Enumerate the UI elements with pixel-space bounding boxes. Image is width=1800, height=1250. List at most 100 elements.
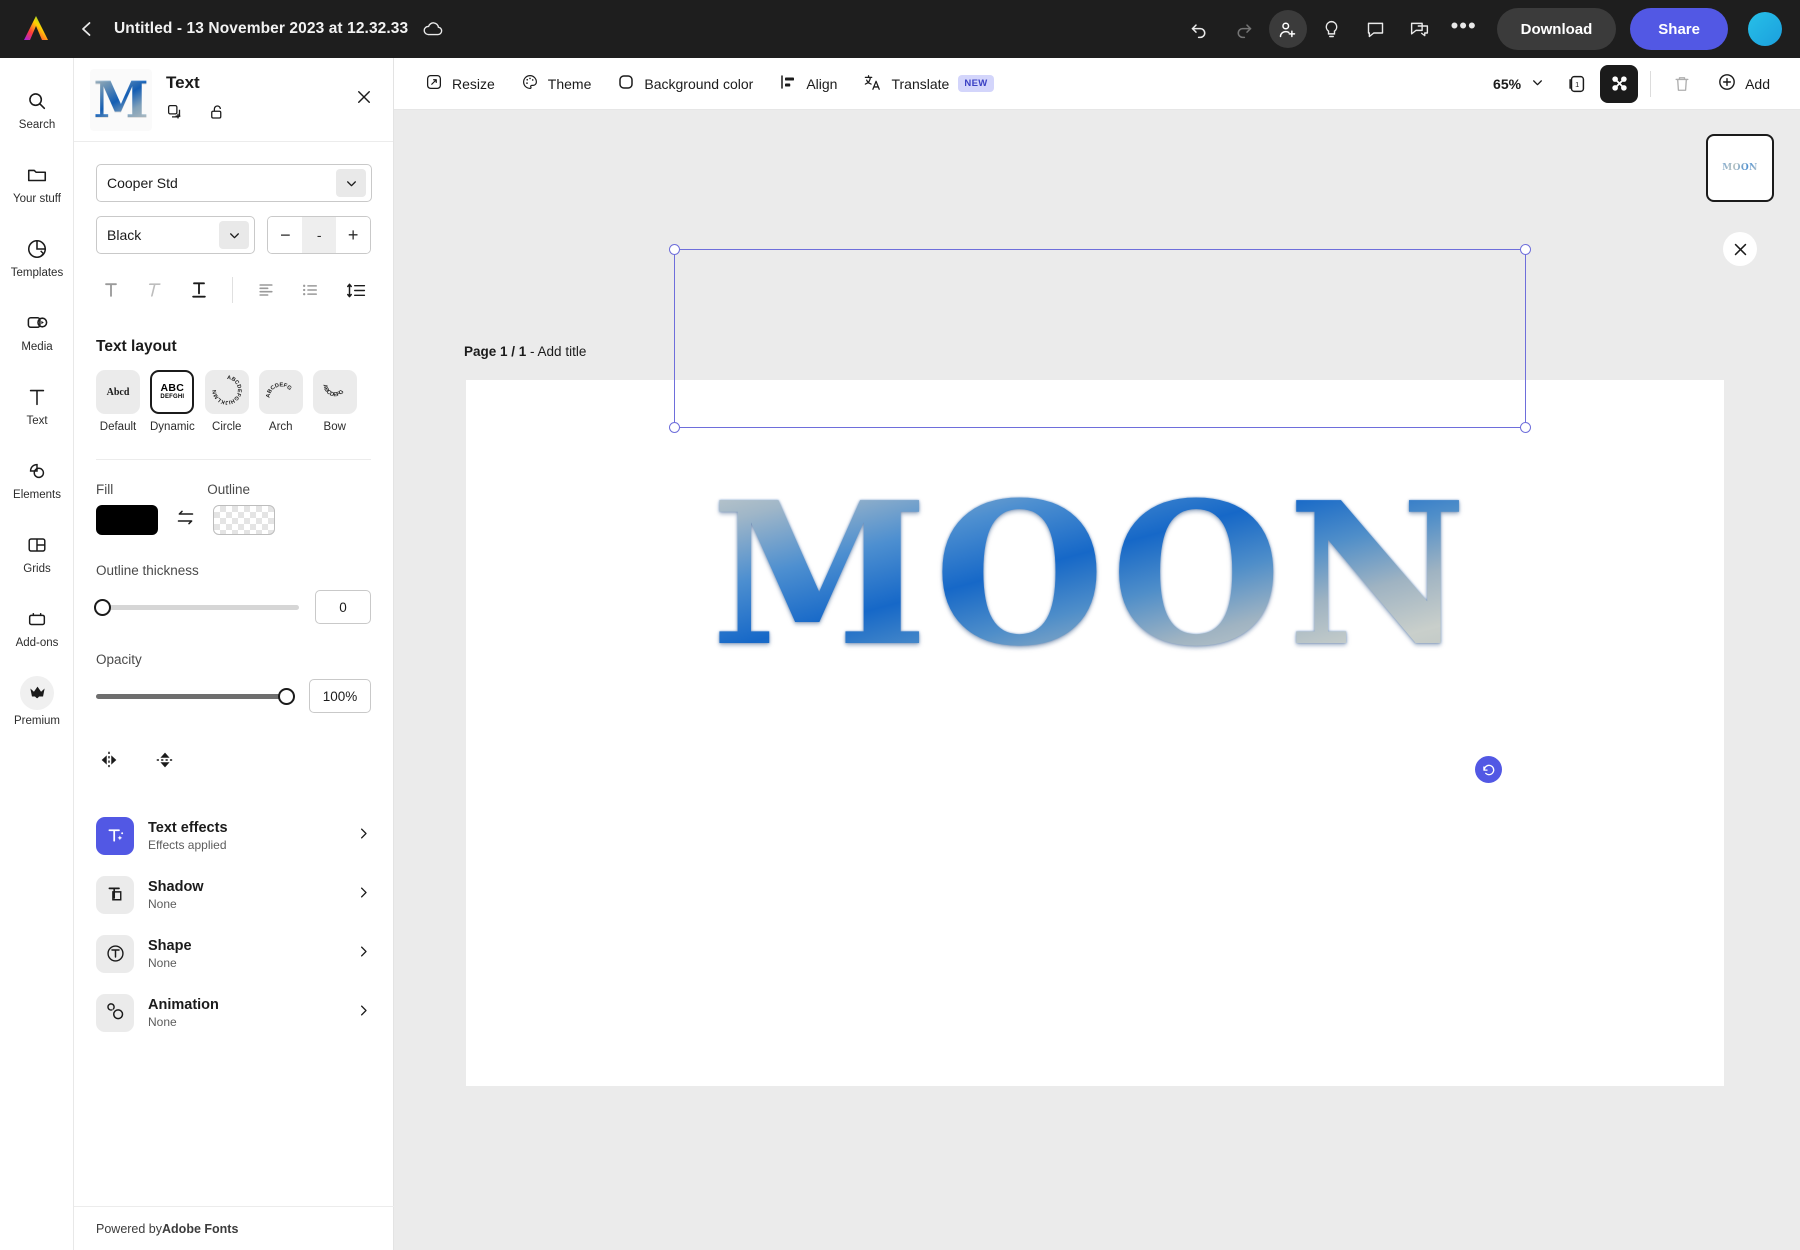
grid-view-icon[interactable] — [1600, 65, 1638, 103]
sidebar-label-grids: Grids — [23, 563, 50, 575]
font-size-value[interactable]: - — [302, 217, 336, 253]
font-weight-select[interactable]: Black — [96, 216, 255, 254]
sidebar-label-media: Media — [21, 341, 52, 353]
shadow-icon — [96, 876, 134, 914]
opacity-input[interactable]: 100% — [309, 679, 371, 713]
sidebar-item-grids[interactable]: Grids — [0, 516, 74, 590]
align-left-icon[interactable] — [251, 275, 281, 305]
folder-icon — [26, 162, 48, 188]
zoom-control[interactable]: 65% — [1483, 66, 1554, 102]
sidebar-item-search[interactable]: Search — [0, 72, 74, 146]
flip-vertical-icon[interactable] — [154, 749, 176, 776]
fill-color-swatch[interactable] — [96, 505, 158, 535]
effects-row-text-effects[interactable]: Text effects Effects applied — [96, 806, 371, 865]
outline-thickness-slider[interactable] — [96, 605, 299, 610]
flip-horizontal-icon[interactable] — [98, 749, 120, 776]
outline-thickness-knob[interactable] — [94, 599, 111, 616]
outline-thickness-input[interactable]: 0 — [315, 590, 371, 624]
page-thumbnail[interactable]: MOON — [1706, 134, 1774, 202]
download-button[interactable]: Download — [1497, 8, 1617, 50]
align-button[interactable]: Align — [766, 66, 850, 102]
page-count-icon[interactable]: 1 — [1558, 65, 1596, 103]
adobe-express-logo[interactable] — [18, 11, 54, 47]
sidebar-item-media[interactable]: Media — [0, 294, 74, 368]
sidebar-item-your-stuff[interactable]: Your stuff — [0, 146, 74, 220]
unlock-icon[interactable] — [208, 103, 226, 126]
lightbulb-icon[interactable] — [1313, 10, 1351, 48]
add-person-icon[interactable] — [1269, 10, 1307, 48]
effects-status-shape: None — [148, 956, 342, 970]
sidebar-label-text: Text — [26, 415, 47, 427]
resize-button[interactable]: Resize — [412, 66, 508, 102]
effects-row-shadow[interactable]: Shadow None — [96, 865, 371, 924]
canvas-area: Resize Theme Background color — [394, 58, 1800, 1250]
sidebar-item-add-ons[interactable]: Add-ons — [0, 590, 74, 664]
page-title-placeholder: - Add title — [526, 344, 586, 359]
artwork-text: MOON — [711, 477, 1473, 673]
canvas-page[interactable]: MOON — [466, 380, 1724, 1086]
page-label[interactable]: Page 1 / 1 - Add title — [464, 344, 586, 359]
sidebar-label-premium: Premium — [14, 715, 60, 727]
chevron-down-icon — [1531, 76, 1544, 92]
avatar[interactable] — [1748, 12, 1782, 46]
effects-status-shadow: None — [148, 897, 342, 911]
discussion-icon[interactable] — [1401, 10, 1439, 48]
layout-option-circle[interactable]: ABCDEFGHIJKLMN Circle — [205, 370, 249, 433]
line-spacing-icon[interactable] — [341, 275, 371, 305]
swap-colors-icon[interactable] — [175, 507, 196, 533]
trash-icon[interactable] — [1663, 65, 1701, 103]
outline-color-swatch[interactable] — [213, 505, 275, 535]
svg-text:1: 1 — [1575, 80, 1579, 89]
effects-row-animation[interactable]: Animation None — [96, 983, 371, 1042]
close-thumbnail-panel-button[interactable] — [1723, 232, 1757, 266]
comment-icon[interactable] — [1357, 10, 1395, 48]
footer-prefix: Powered by — [96, 1222, 162, 1236]
effects-status-animation: None — [148, 1015, 342, 1029]
translate-button[interactable]: Translate NEW — [850, 66, 1006, 102]
font-family-select[interactable]: Cooper Std — [96, 164, 372, 202]
underline-icon[interactable] — [184, 275, 214, 305]
undo-icon[interactable] — [1181, 10, 1219, 48]
sidebar-item-templates[interactable]: Templates — [0, 220, 74, 294]
sidebar-label-templates: Templates — [11, 267, 63, 279]
document-title[interactable]: Untitled - 13 November 2023 at 12.32.33 — [114, 20, 408, 38]
chevron-right-icon — [356, 944, 371, 964]
circle-text-icon: ABCDEFGHIJKLMN — [212, 375, 242, 410]
rotate-handle[interactable] — [1475, 756, 1502, 783]
sidebar-item-premium[interactable]: Premium — [0, 664, 74, 738]
text-effects-icon — [96, 817, 134, 855]
duplicate-icon[interactable] — [166, 103, 184, 126]
chevron-right-icon — [356, 885, 371, 905]
italic-icon[interactable] — [140, 275, 170, 305]
sidebar-item-text[interactable]: Text — [0, 368, 74, 442]
effects-row-shape[interactable]: Shape None — [96, 924, 371, 983]
font-size-increase[interactable]: + — [336, 217, 370, 253]
layout-option-default[interactable]: Abcd Default — [96, 370, 140, 433]
background-color-button[interactable]: Background color — [604, 66, 766, 102]
align-label: Align — [806, 76, 837, 92]
resize-handle-top-left[interactable] — [669, 244, 680, 255]
font-size-decrease[interactable]: − — [268, 217, 302, 253]
layout-label-dynamic: Dynamic — [150, 421, 195, 433]
crown-check-icon — [20, 676, 54, 710]
share-button[interactable]: Share — [1630, 8, 1728, 50]
sidebar-item-elements[interactable]: Elements — [0, 442, 74, 516]
more-options-icon[interactable]: ••• — [1445, 10, 1483, 48]
theme-button[interactable]: Theme — [508, 66, 605, 102]
add-button[interactable]: Add — [1705, 66, 1782, 102]
opacity-knob[interactable] — [278, 688, 295, 705]
bullet-list-icon[interactable] — [295, 275, 325, 305]
close-panel-button[interactable] — [351, 84, 377, 115]
back-button[interactable] — [76, 18, 98, 40]
opacity-slider[interactable] — [96, 694, 293, 699]
bold-icon[interactable] — [96, 275, 126, 305]
layout-option-bow[interactable]: ABCDEFG Bow — [313, 370, 357, 433]
artwork-moon[interactable]: MOON — [652, 475, 1532, 675]
resize-handle-top-right[interactable] — [1520, 244, 1531, 255]
search-icon — [26, 88, 48, 114]
layout-option-arch[interactable]: ABCDEFG Arch — [259, 370, 303, 433]
sidebar-label-elements: Elements — [13, 489, 61, 501]
layout-option-dynamic[interactable]: ABC DEFGHI Dynamic — [150, 370, 195, 433]
redo-icon[interactable] — [1225, 10, 1263, 48]
footer-brand: Adobe Fonts — [162, 1222, 238, 1236]
